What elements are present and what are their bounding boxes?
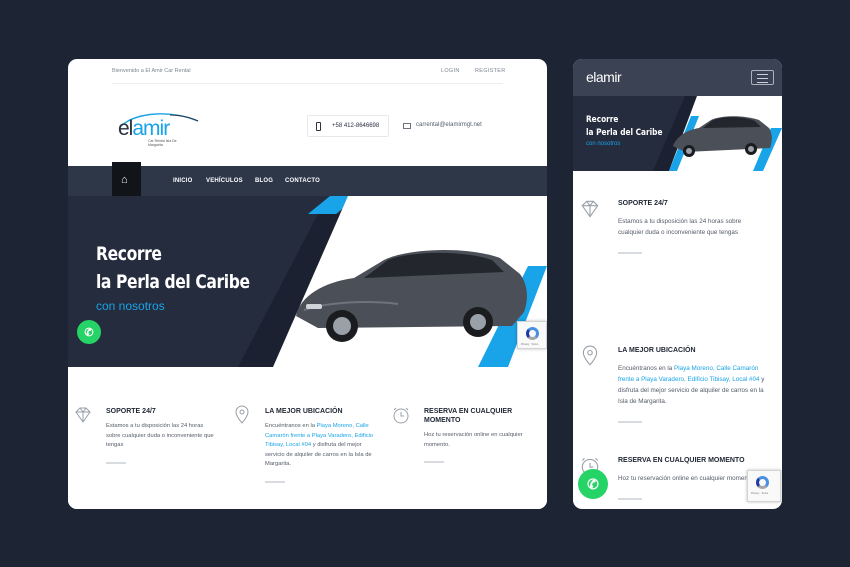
top-bar: Bienvenido a El Amir Car Rental LOGIN RE… xyxy=(68,59,547,85)
whatsapp-icon: ✆ xyxy=(587,475,599,492)
location-pin-icon xyxy=(235,405,249,424)
nav-item-blog[interactable]: BLOG xyxy=(255,178,273,184)
feature-text: Encuéntranos en la Playa Moreno, Calle C… xyxy=(618,363,768,407)
mobile-hero-title-line-2: la Perla del Caribe xyxy=(586,128,663,138)
feature-text: Estamos a tu disposición las 24 horas so… xyxy=(618,218,742,236)
mobile-mockup: elamir Recorre la Perla del Caribe con n… xyxy=(573,59,782,509)
feature-title: LA MEJOR UBICACIÓN xyxy=(618,347,696,354)
nav-item-inicio[interactable]: INICIO xyxy=(173,178,193,184)
hero-banner: Recorre la Perla del Caribe con nosotros xyxy=(68,196,547,367)
welcome-text: Bienvenido a El Amir Car Rental xyxy=(112,68,191,74)
feature-title: RESERVA EN CUALQUIER MOMENTO xyxy=(618,457,745,464)
recaptcha-text: Privacy · Terms xyxy=(751,492,769,495)
mobile-hero-title-line-1: Recorre xyxy=(586,115,619,125)
feature-text-pre: Encuéntranos en la xyxy=(618,365,675,372)
phone-contact[interactable]: +58 412-8646698 xyxy=(307,115,389,137)
home-icon: ⌂ xyxy=(121,174,128,186)
desktop-mockup: Bienvenido a El Amir Car Rental LOGIN RE… xyxy=(68,59,547,509)
feature-title: SOPORTE 24/7 xyxy=(618,200,668,207)
location-pin-icon xyxy=(582,345,598,366)
phone-number: +58 412-8646698 xyxy=(332,123,380,129)
whatsapp-button[interactable]: ✆ xyxy=(77,320,101,344)
logo-word-el: el xyxy=(118,117,133,140)
recaptcha-icon xyxy=(526,327,539,340)
feature-title: RESERVA EN CUALQUIER MOMENTO xyxy=(424,408,513,424)
mail-icon xyxy=(403,123,411,129)
feature-text: Estamos a tu disposición las 24 horas so… xyxy=(106,423,214,448)
whatsapp-icon: ✆ xyxy=(84,326,94,339)
feature-divider xyxy=(618,252,642,254)
feature-divider xyxy=(618,421,642,423)
hero-title: Recorre la Perla del Caribe xyxy=(96,240,276,296)
feature-text: Hoz tu reservación online en cualquier m… xyxy=(424,432,523,448)
feature-reservation: RESERVA EN CUALQUIER MOMENTO Hoz tu rese… xyxy=(393,407,534,463)
email-link[interactable]: carrental@elamirmgt.net xyxy=(416,122,482,128)
mobile-hero: Recorre la Perla del Caribe con nosotros xyxy=(573,96,782,171)
feature-text: Encuéntranos en la Playa Moreno, Calle C… xyxy=(265,422,375,470)
features-section: SOPORTE 24/7 Estamos a tu disposición la… xyxy=(68,367,547,509)
mobile-recaptcha-badge[interactable]: Privacy · Terms xyxy=(747,470,781,502)
hero-subtitle: con nosotros xyxy=(96,299,165,313)
home-button[interactable]: ⌂ xyxy=(112,162,141,199)
mobile-feature-support: SOPORTE 24/7 Estamos a tu disposición la… xyxy=(581,200,768,254)
mobile-whatsapp-button[interactable]: ✆ xyxy=(578,469,608,499)
recaptcha-badge[interactable]: Privacy · Terms xyxy=(517,321,547,349)
divider xyxy=(112,83,503,84)
logo-wordmark: elamir xyxy=(118,117,170,141)
mobile-logo[interactable]: elamir xyxy=(586,69,622,85)
recaptcha-icon xyxy=(756,476,769,489)
diamond-icon xyxy=(75,407,91,423)
recaptcha-text: Privacy · Terms xyxy=(521,343,539,346)
feature-title: SOPORTE 24/7 xyxy=(106,408,156,415)
nav-item-contacto[interactable]: CONTACTO xyxy=(285,178,320,184)
logo-word-amir: amir xyxy=(132,117,170,140)
feature-divider xyxy=(424,461,444,463)
mobile-hero-subtitle: con nosotros xyxy=(586,141,621,147)
site-logo[interactable]: elamir Car Rental Isla De Margarita xyxy=(116,107,206,149)
mobile-header: elamir xyxy=(573,59,782,96)
feature-title: LA MEJOR UBICACIÓN xyxy=(265,408,343,415)
mobile-feature-reservation: RESERVA EN CUALQUIER MOMENTO Hoz tu rese… xyxy=(581,457,768,500)
hero-title-line-2: la Perla del Caribe xyxy=(96,271,250,293)
register-link[interactable]: REGISTER xyxy=(475,68,506,74)
nav-item-vehiculos[interactable]: VEHÍCULOS xyxy=(206,178,243,184)
diamond-icon xyxy=(581,200,599,218)
mobile-hero-title: Recorre la Perla del Caribe xyxy=(586,114,684,140)
feature-text-pre: Encuéntranos en la xyxy=(265,423,317,429)
feature-text: Hoz tu reservación online en cualquier m… xyxy=(618,475,755,482)
hero-title-line-1: Recorre xyxy=(96,243,162,265)
login-link[interactable]: LOGIN xyxy=(441,68,460,74)
clock-icon xyxy=(393,407,409,424)
feature-divider xyxy=(106,461,126,464)
feature-divider xyxy=(618,498,642,500)
logo-tagline: Car Rental Isla De Margarita xyxy=(148,139,177,147)
mobile-feature-location: LA MEJOR UBICACIÓN Encuéntranos en la Pl… xyxy=(582,345,768,423)
feature-location: LA MEJOR UBICACIÓN Encuéntranos en la Pl… xyxy=(235,405,375,483)
feature-support: SOPORTE 24/7 Estamos a tu disposición la… xyxy=(75,407,216,464)
feature-divider xyxy=(265,480,285,483)
phone-icon xyxy=(316,122,321,131)
hamburger-menu-icon[interactable] xyxy=(751,70,774,85)
